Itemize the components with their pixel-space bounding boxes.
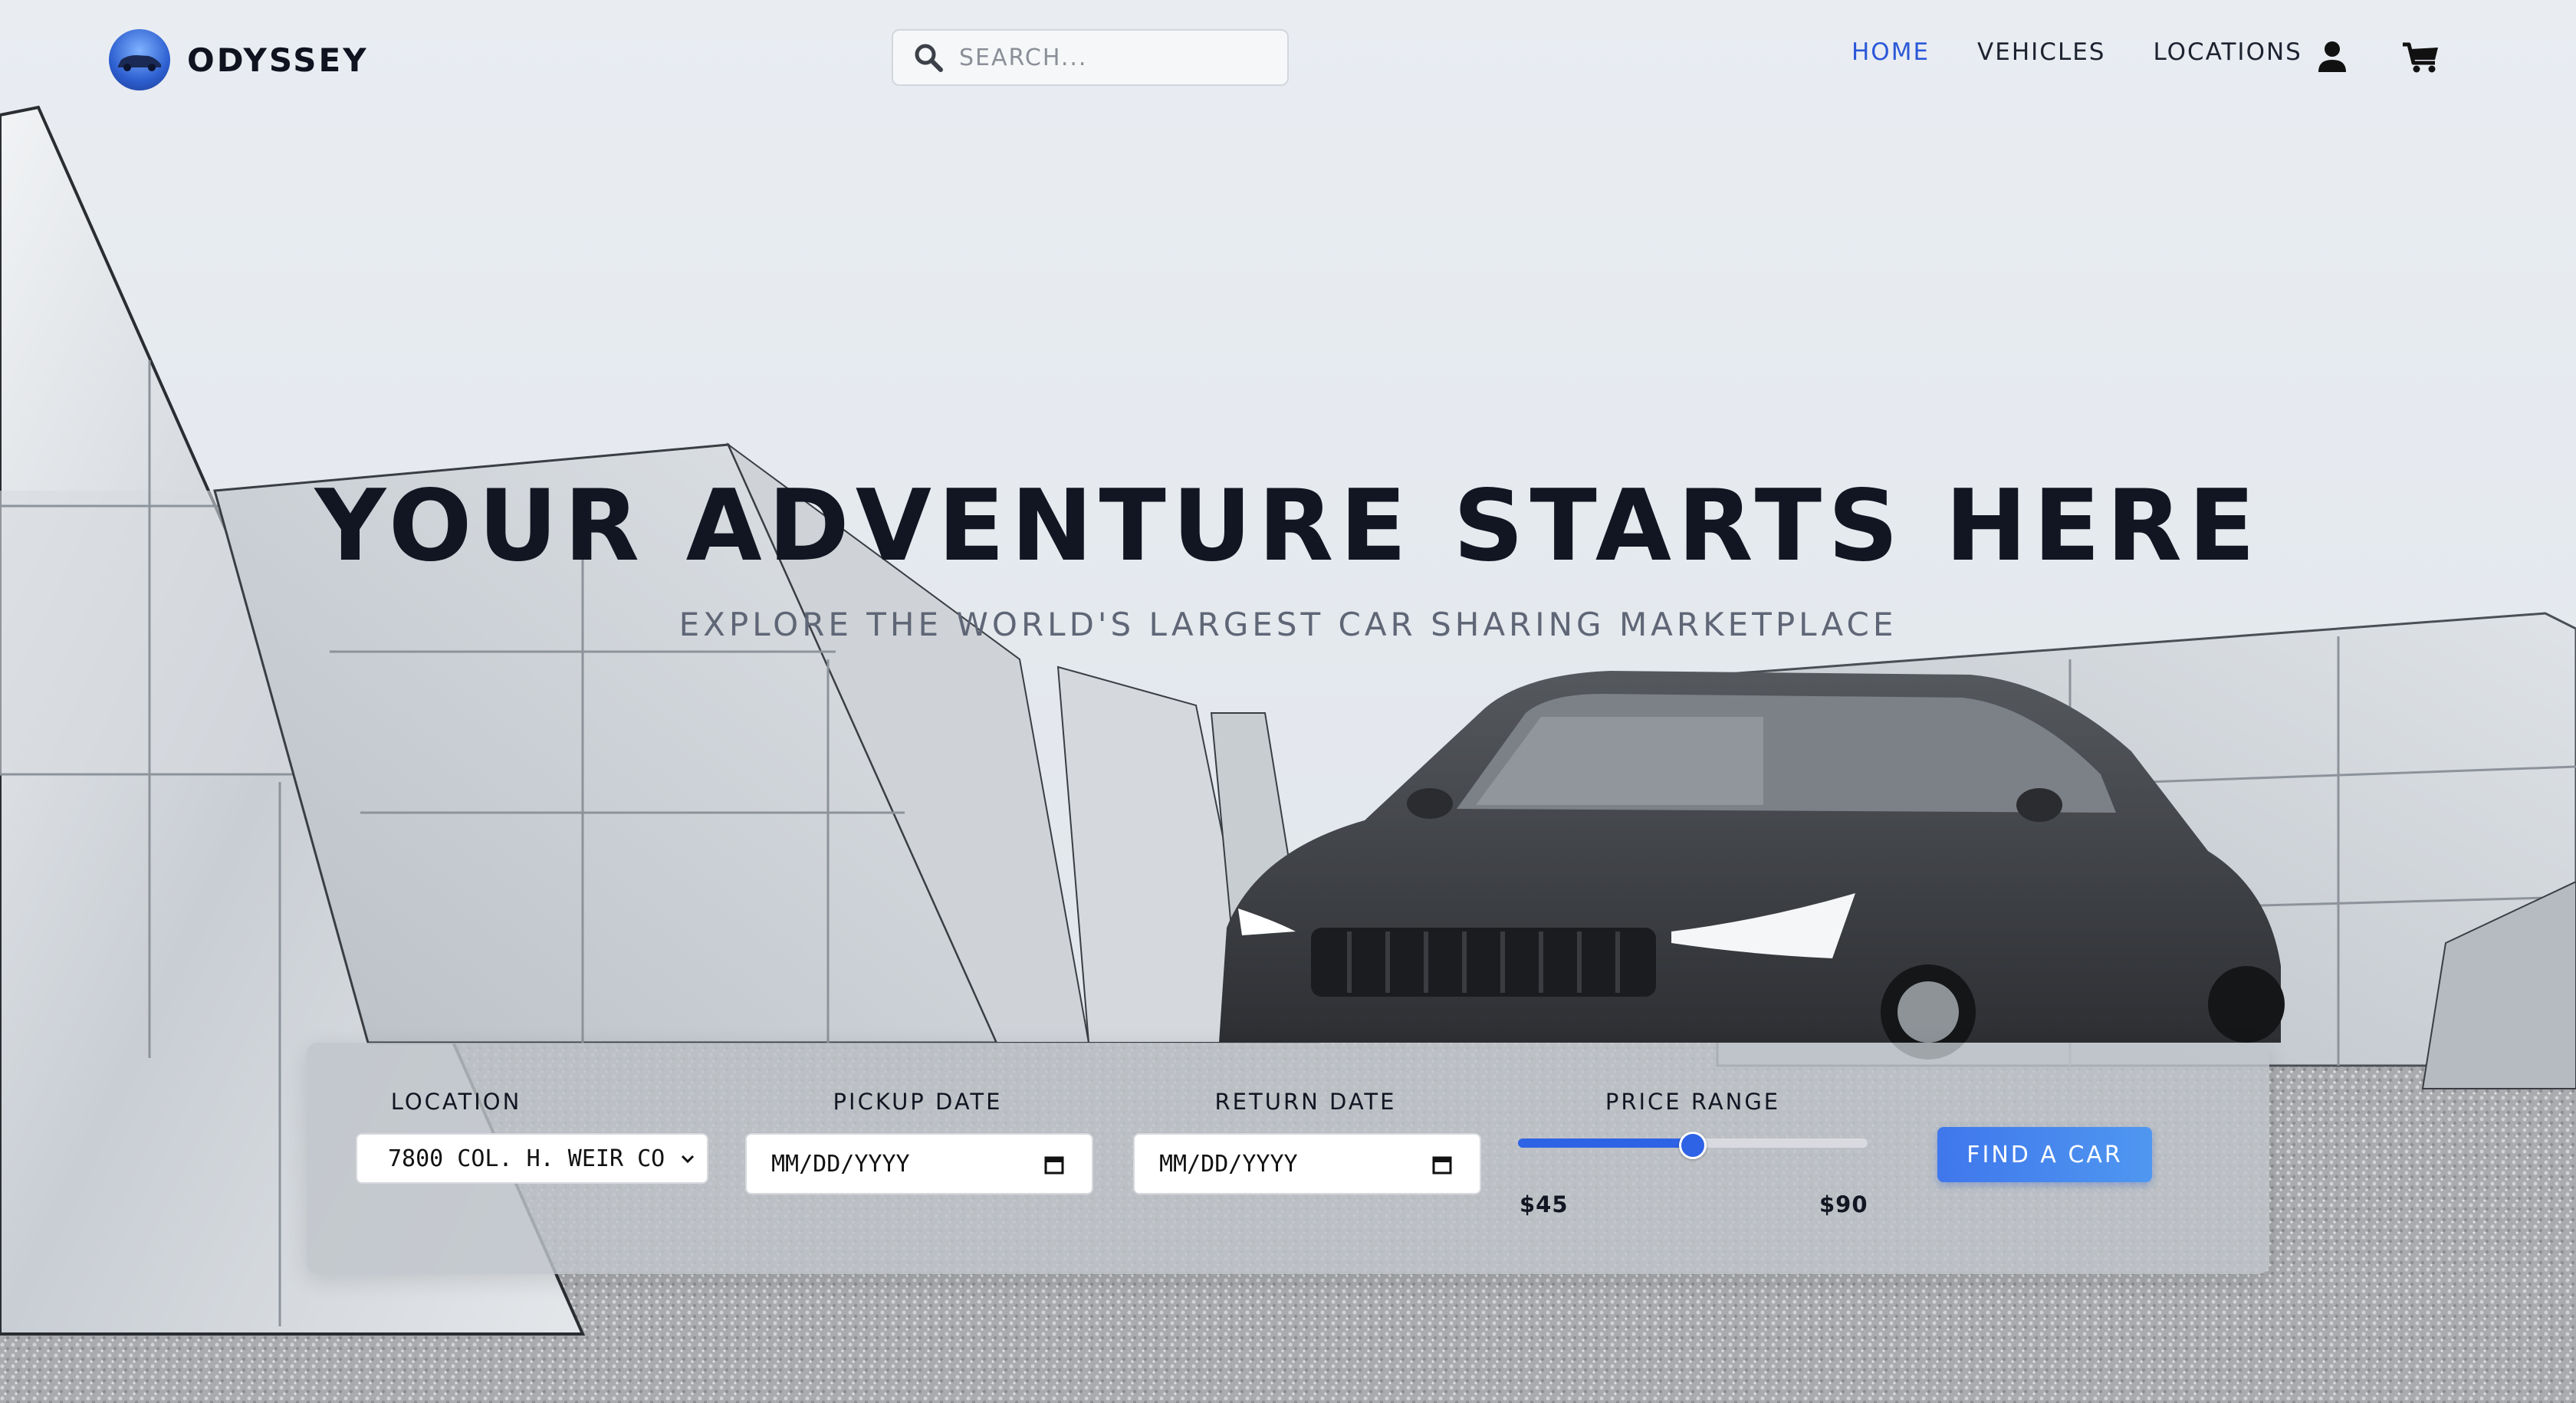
brand-logo[interactable]: ODYSSEY — [109, 29, 369, 90]
main-nav: HOME VEHICLES LOCATIONS — [1852, 38, 2350, 66]
find-a-car-button[interactable]: FIND A CAR — [1937, 1127, 2152, 1182]
car-logo-icon — [109, 29, 170, 90]
hero-subtitle: EXPLORE THE WORLD'S LARGEST CAR SHARING … — [678, 606, 1898, 643]
pickup-date-value: MM/DD/YYYY — [771, 1150, 910, 1178]
cart-icon[interactable] — [2401, 40, 2441, 74]
booking-search-panel: LOCATION 7800 COL. H. WEIR CO PICKUP DAT… — [307, 1043, 2269, 1274]
search-input[interactable] — [958, 43, 1267, 72]
calendar-icon[interactable] — [1432, 1155, 1452, 1175]
pickup-date-label: PICKUP DATE — [833, 1089, 1003, 1115]
top-navigation-bar: ODYSSEY HOME VEHICLES LOCATIONS — [0, 0, 2576, 115]
return-date-input[interactable]: MM/DD/YYYY — [1133, 1133, 1481, 1194]
search-bar[interactable] — [892, 29, 1289, 86]
location-value: 7800 COL. H. WEIR CO — [388, 1145, 664, 1172]
location-label: LOCATION — [390, 1089, 522, 1115]
price-min-value: $45 — [1520, 1191, 1569, 1217]
location-select[interactable]: 7800 COL. H. WEIR CO — [356, 1133, 708, 1184]
price-range-thumb[interactable] — [1679, 1132, 1707, 1159]
chevron-down-icon — [681, 1155, 695, 1164]
nav-locations-link[interactable]: LOCATIONS — [2153, 38, 2302, 66]
user-icon[interactable] — [2317, 40, 2348, 74]
price-max-value: $90 — [1819, 1191, 1868, 1217]
hero-title: YOUR ADVENTURE STARTS HERE — [314, 469, 2262, 583]
price-range-label: PRICE RANGE — [1605, 1089, 1781, 1115]
search-icon — [915, 44, 943, 72]
pickup-date-input[interactable]: MM/DD/YYYY — [745, 1133, 1093, 1194]
brand-name: ODYSSEY — [187, 41, 369, 79]
nav-home-link[interactable]: HOME — [1852, 38, 1930, 66]
return-date-label: RETURN DATE — [1214, 1089, 1397, 1115]
nav-vehicles-link[interactable]: VEHICLES — [1977, 38, 2105, 66]
return-date-value: MM/DD/YYYY — [1159, 1150, 1298, 1178]
calendar-icon[interactable] — [1044, 1155, 1064, 1175]
